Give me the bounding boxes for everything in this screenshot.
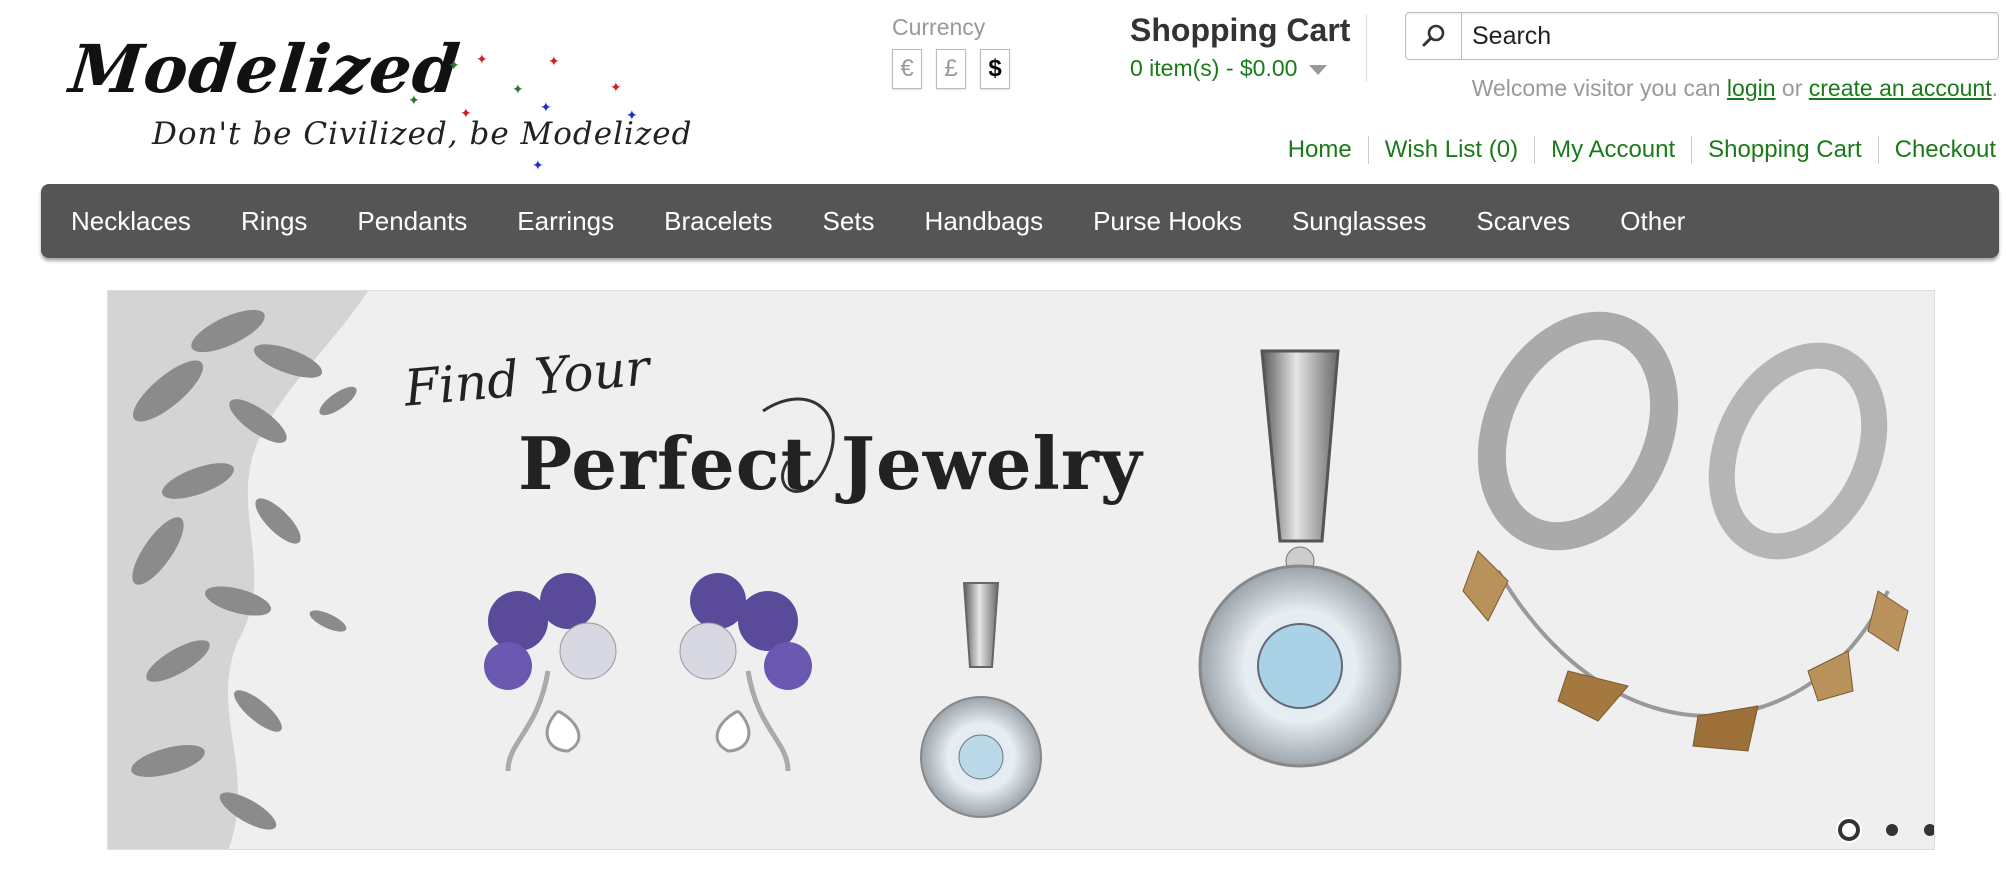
top-links: Home Wish List (0) My Account Shopping C… (1272, 136, 1996, 164)
svg-text:✦: ✦ (548, 54, 560, 70)
menu-item-pendants[interactable]: Pendants (357, 206, 467, 237)
small-pendant-image (920, 582, 1042, 818)
currency-label: Currency (892, 14, 986, 40)
banner-headline-large: Perfect Jewelry (518, 421, 1143, 506)
menu-item-purse-hooks[interactable]: Purse Hooks (1093, 206, 1242, 237)
svg-text:✦: ✦ (626, 108, 638, 124)
welcome-or: or (1781, 75, 1803, 101)
header-divider (1366, 14, 1367, 82)
login-link[interactable]: login (1727, 75, 1776, 101)
menu-item-handbags[interactable]: Handbags (925, 206, 1044, 237)
welcome-suffix: . (1991, 75, 1998, 101)
menu-item-sunglasses[interactable]: Sunglasses (1292, 206, 1426, 237)
banner-slideshow[interactable]: Find Your Perfect Jewelry (107, 290, 1935, 850)
menu-item-earrings[interactable]: Earrings (517, 206, 614, 237)
chevron-down-icon[interactable] (1309, 64, 1328, 75)
menu-item-scarves[interactable]: Scarves (1476, 206, 1570, 237)
menu-item-necklaces[interactable]: Necklaces (71, 206, 191, 237)
svg-text:✦: ✦ (610, 80, 622, 96)
currency-euro-button[interactable]: € (892, 49, 922, 89)
menu-item-rings[interactable]: Rings (241, 206, 307, 237)
svg-text:✦: ✦ (408, 93, 420, 109)
site-logo[interactable]: Modelized Don't be Civilized, be Modeliz… (66, 30, 692, 170)
menu-item-other[interactable]: Other (1620, 206, 1685, 237)
toplink-shopping-cart[interactable]: Shopping Cart (1691, 136, 1877, 164)
rings-bracelet-image (1462, 311, 1909, 752)
svg-text:✦: ✦ (460, 106, 472, 122)
toplink-my-account[interactable]: My Account (1534, 136, 1691, 164)
currency-selector: Currency € £ $ (892, 14, 1010, 89)
search-input[interactable] (1462, 13, 1998, 59)
svg-text:✦: ✦ (512, 82, 524, 98)
svg-text:✦: ✦ (532, 158, 544, 170)
create-account-link[interactable]: create an account (1809, 75, 1992, 101)
menu-item-bracelets[interactable]: Bracelets (664, 206, 772, 237)
slide-pager (1838, 819, 1934, 841)
slide-dot-1[interactable] (1838, 819, 1860, 841)
svg-text:✦: ✦ (476, 52, 488, 68)
search-box (1405, 12, 1999, 60)
currency-dollar-button[interactable]: $ (980, 49, 1010, 89)
slide-dot-2[interactable] (1886, 824, 1898, 836)
toplink-home[interactable]: Home (1272, 136, 1368, 164)
svg-text:✦: ✦ (448, 58, 460, 74)
cart-summary[interactable]: 0 item(s) - $0.00 (1130, 55, 1350, 82)
banner-artwork (108, 291, 1909, 849)
logo-stars-decoration: ✦ ✦ ✦ ✦ ✦ ✦ ✦ ✦ ✦ ✦ (408, 52, 638, 170)
toplink-checkout[interactable]: Checkout (1877, 136, 1996, 164)
welcome-message: Welcome visitor you can login or create … (1472, 75, 1998, 102)
category-menu: Necklaces Rings Pendants Earrings Bracel… (41, 184, 1999, 258)
menu-item-sets[interactable]: Sets (823, 206, 875, 237)
welcome-prefix: Welcome visitor you can (1471, 75, 1721, 101)
cart-title: Shopping Cart (1130, 12, 1351, 48)
slide-dot-3[interactable] (1924, 824, 1934, 836)
search-button[interactable] (1406, 13, 1462, 59)
currency-pound-button[interactable]: £ (936, 49, 966, 89)
toplink-wishlist[interactable]: Wish List (0) (1367, 136, 1534, 164)
cart-summary-text: 0 item(s) - $0.00 (1130, 55, 1298, 81)
cart-widget[interactable]: Shopping Cart 0 item(s) - $0.00 (1130, 12, 1350, 82)
earrings-image (484, 573, 812, 772)
search-icon (1422, 24, 1444, 47)
foliage-decoration (108, 291, 368, 849)
large-pendant-image (1198, 349, 1402, 768)
svg-text:✦: ✦ (540, 100, 552, 116)
